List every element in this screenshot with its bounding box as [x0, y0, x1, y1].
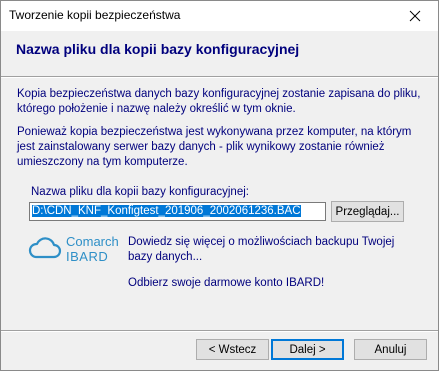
learn-more-link[interactable]: Dowiedz się więcej o możliwościach backu… [128, 235, 418, 265]
wizard-header: Nazwa pliku dla kopii bazy konfiguracyjn… [1, 31, 438, 76]
info-paragraph-2: Ponieważ kopia bezpieczeństwa jest wykon… [17, 126, 412, 168]
file-name-label: Nazwa pliku dla kopii bazy konfiguracyjn… [31, 186, 249, 198]
window-title: Tworzenie kopii bezpieczeństwa [9, 8, 181, 22]
footer-divider [1, 330, 438, 332]
comarch-ibard-logo: Comarch IBARD [28, 234, 128, 264]
backup-dialog: Tworzenie kopii bezpieczeństwa Nazwa pli… [0, 0, 439, 371]
cloud-icon [28, 237, 62, 259]
title-bar: Tworzenie kopii bezpieczeństwa [1, 1, 438, 31]
header-divider [1, 76, 438, 78]
page-title: Nazwa pliku dla kopii bazy konfiguracyjn… [16, 41, 300, 57]
close-button[interactable] [392, 1, 438, 31]
cancel-button[interactable]: Anuluj [354, 339, 427, 360]
back-button[interactable]: < Wstecz [196, 339, 269, 360]
file-path-input[interactable]: D:\CDN_KNF_Konfigtest_201906_2002061236.… [29, 202, 326, 221]
info-paragraph-1: Kopia bezpieczeństwa danych bazy konfigu… [17, 88, 421, 115]
logo-text-ibard: IBARD [66, 249, 109, 264]
close-icon [409, 10, 421, 22]
logo-text-comarch: Comarch [66, 234, 119, 249]
next-button[interactable]: Dalej > [271, 339, 344, 360]
browse-button[interactable]: Przeglądaj... [331, 201, 404, 222]
free-account-link[interactable]: Odbierz swoje darmowe konto IBARD! [128, 277, 324, 289]
file-path-value: D:\CDN_KNF_Konfigtest_201906_2002061236.… [32, 205, 301, 217]
